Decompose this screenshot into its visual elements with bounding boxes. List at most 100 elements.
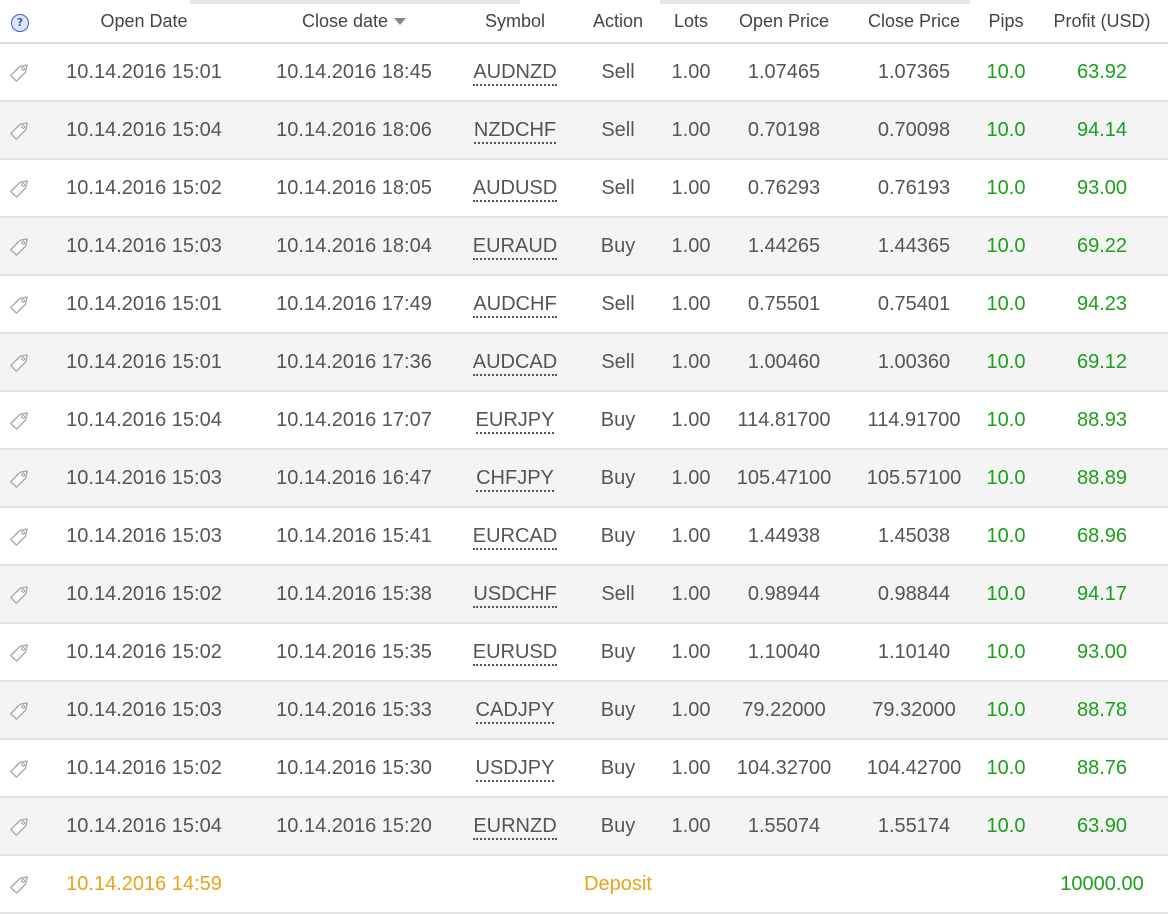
- pips-header[interactable]: Pips: [976, 0, 1036, 44]
- row-icon-cell[interactable]: [0, 623, 40, 682]
- tag-icon[interactable]: [7, 523, 33, 549]
- symbol-link[interactable]: EURUSD: [472, 640, 558, 666]
- close-date-header[interactable]: Close date: [248, 0, 460, 44]
- symbol-link[interactable]: EURAUD: [472, 234, 558, 260]
- open-price-cell: 1.00460: [716, 333, 852, 392]
- lots-header[interactable]: Lots: [666, 0, 716, 44]
- table-row[interactable]: 10.14.2016 15:02 10.14.2016 18:05 AUDUSD Se…: [0, 159, 1168, 218]
- pips-cell: 10.0: [976, 681, 1036, 740]
- help-column-header[interactable]: ?: [0, 0, 40, 44]
- tag-icon[interactable]: [7, 233, 33, 259]
- lots-cell: 1.00: [666, 391, 716, 450]
- close-price-header[interactable]: Close Price: [852, 0, 976, 44]
- symbol-link[interactable]: NZDCHF: [473, 118, 557, 144]
- tag-icon[interactable]: [7, 407, 33, 433]
- tag-icon[interactable]: [7, 465, 33, 491]
- tag-icon[interactable]: [7, 697, 33, 723]
- help-icon[interactable]: ?: [11, 14, 29, 32]
- row-icon-cell[interactable]: [0, 217, 40, 276]
- profit-cell: 88.78: [1036, 681, 1168, 740]
- symbol-cell: CADJPY: [460, 681, 570, 740]
- pips-cell: 10.0: [976, 623, 1036, 682]
- tag-icon[interactable]: [7, 813, 33, 839]
- symbol-link[interactable]: USDCHF: [473, 582, 557, 608]
- close-price-cell: 104.42700: [852, 739, 976, 798]
- tag-icon[interactable]: [7, 349, 33, 375]
- table-row[interactable]: 10.14.2016 15:01 10.14.2016 18:45 AUDNZD Se…: [0, 43, 1168, 102]
- table-row[interactable]: 10.14.2016 15:03 10.14.2016 18:04 EURAUD Bu…: [0, 217, 1168, 276]
- symbol-link[interactable]: EURJPY: [475, 408, 555, 434]
- row-icon-cell[interactable]: [0, 275, 40, 334]
- tag-icon[interactable]: [7, 117, 33, 143]
- row-icon-cell[interactable]: [0, 391, 40, 450]
- open-date-cell: 10.14.2016 15:03: [40, 507, 248, 566]
- close-price-cell: 105.57100: [852, 449, 976, 508]
- sort-desc-icon[interactable]: [394, 18, 407, 26]
- action-cell: Buy: [570, 797, 666, 856]
- symbol-link[interactable]: AUDUSD: [472, 176, 558, 202]
- open-price-header[interactable]: Open Price: [716, 0, 852, 44]
- table-header-row: ? Open Date Close date Symbol Action Lot…: [0, 0, 1168, 44]
- pips-cell: 10.0: [976, 43, 1036, 102]
- symbol-header[interactable]: Symbol: [460, 0, 570, 44]
- close-price-cell: 1.07365: [852, 43, 976, 102]
- deposit-row[interactable]: 10.14.2016 14:59 Deposit 10000.00: [0, 855, 1168, 914]
- close-date-cell: 10.14.2016 18:04: [248, 217, 460, 276]
- action-header[interactable]: Action: [570, 0, 666, 44]
- symbol-link[interactable]: CADJPY: [475, 698, 555, 724]
- symbol-cell: AUDNZD: [460, 43, 570, 102]
- tag-icon[interactable]: [7, 755, 33, 781]
- row-icon-cell[interactable]: [0, 797, 40, 856]
- open-price-cell: 104.32700: [716, 739, 852, 798]
- pips-cell: 10.0: [976, 797, 1036, 856]
- table-row[interactable]: 10.14.2016 15:03 10.14.2016 15:33 CADJPY Bu…: [0, 681, 1168, 740]
- table-row[interactable]: 10.14.2016 15:02 10.14.2016 15:30 USDJPY Bu…: [0, 739, 1168, 798]
- row-icon-cell[interactable]: [0, 43, 40, 102]
- table-row[interactable]: 10.14.2016 15:04 10.14.2016 18:06 NZDCHF Se…: [0, 101, 1168, 160]
- close-date-cell: 10.14.2016 17:36: [248, 333, 460, 392]
- symbol-link[interactable]: EURNZD: [473, 814, 557, 840]
- symbol-link[interactable]: AUDCHF: [473, 292, 557, 318]
- lots-cell: 1.00: [666, 275, 716, 334]
- table-row[interactable]: 10.14.2016 15:04 10.14.2016 17:07 EURJPY Bu…: [0, 391, 1168, 450]
- symbol-link[interactable]: USDJPY: [475, 756, 555, 782]
- tag-icon[interactable]: [7, 291, 33, 317]
- profit-cell: 93.00: [1036, 623, 1168, 682]
- symbol-link[interactable]: CHFJPY: [476, 466, 554, 492]
- close-price-cell: 0.75401: [852, 275, 976, 334]
- tag-icon[interactable]: [7, 871, 33, 897]
- tag-icon[interactable]: [7, 639, 33, 665]
- table-row[interactable]: 10.14.2016 15:01 10.14.2016 17:36 AUDCAD Se…: [0, 333, 1168, 392]
- close-date-cell: 10.14.2016 17:49: [248, 275, 460, 334]
- tag-icon[interactable]: [7, 581, 33, 607]
- action-cell: Buy: [570, 681, 666, 740]
- row-icon-cell[interactable]: [0, 565, 40, 624]
- symbol-link[interactable]: EURCAD: [472, 524, 558, 550]
- table-row[interactable]: 10.14.2016 15:03 10.14.2016 16:47 CHFJPY Bu…: [0, 449, 1168, 508]
- table-row[interactable]: 10.14.2016 15:02 10.14.2016 15:38 USDCHF Se…: [0, 565, 1168, 624]
- open-date-header[interactable]: Open Date: [40, 0, 248, 44]
- deposit-date-cell: 10.14.2016 14:59: [40, 855, 248, 914]
- row-icon-cell[interactable]: [0, 855, 40, 914]
- table-row[interactable]: 10.14.2016 15:03 10.14.2016 15:41 EURCAD Bu…: [0, 507, 1168, 566]
- row-icon-cell[interactable]: [0, 681, 40, 740]
- row-icon-cell[interactable]: [0, 449, 40, 508]
- lots-cell: 1.00: [666, 101, 716, 160]
- row-icon-cell[interactable]: [0, 333, 40, 392]
- close-date-cell: 10.14.2016 15:33: [248, 681, 460, 740]
- open-price-cell: 0.75501: [716, 275, 852, 334]
- tag-icon[interactable]: [7, 59, 33, 85]
- row-icon-cell[interactable]: [0, 159, 40, 218]
- table-row[interactable]: 10.14.2016 15:04 10.14.2016 15:20 EURNZD Bu…: [0, 797, 1168, 856]
- empty-cell: [248, 855, 460, 914]
- row-icon-cell[interactable]: [0, 507, 40, 566]
- symbol-link[interactable]: AUDCAD: [472, 350, 558, 376]
- tag-icon[interactable]: [7, 175, 33, 201]
- action-cell: Sell: [570, 275, 666, 334]
- row-icon-cell[interactable]: [0, 739, 40, 798]
- table-row[interactable]: 10.14.2016 15:02 10.14.2016 15:35 EURUSD Bu…: [0, 623, 1168, 682]
- symbol-link[interactable]: AUDNZD: [473, 60, 557, 86]
- profit-header[interactable]: Profit (USD): [1036, 0, 1168, 44]
- table-row[interactable]: 10.14.2016 15:01 10.14.2016 17:49 AUDCHF Se…: [0, 275, 1168, 334]
- row-icon-cell[interactable]: [0, 101, 40, 160]
